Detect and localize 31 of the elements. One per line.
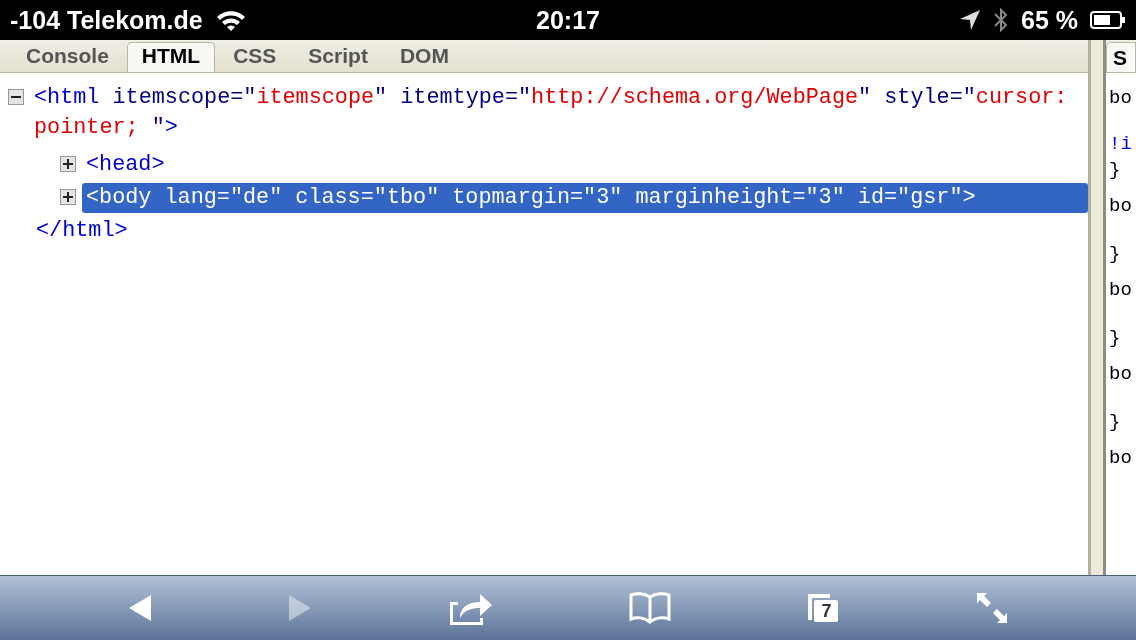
battery-icon xyxy=(1090,10,1126,30)
panel-tab[interactable]: Script xyxy=(294,42,382,72)
location-arrow-icon xyxy=(959,9,981,31)
html-element-code[interactable]: <html itemscope="itemscope" itemtype="http://schema.org/WebPage" style="cursor: pointer; "> xyxy=(30,83,1084,143)
css-code-line: !i xyxy=(1109,133,1132,155)
css-code-line: } xyxy=(1109,243,1121,265)
css-code-line: } xyxy=(1109,327,1121,349)
panel-tab[interactable]: HTML xyxy=(126,42,216,72)
html-element-code[interactable]: <body lang="de" class="tbo" topmargin="3" marginheight="3" id="gsr"> xyxy=(82,183,1088,213)
css-code-line: bo xyxy=(1109,363,1132,385)
css-code-line: } xyxy=(1109,159,1121,181)
bluetooth-icon xyxy=(993,7,1009,33)
panel-splitter[interactable] xyxy=(1088,40,1106,575)
carrier-name: -104 Telekom.de xyxy=(10,5,203,35)
panel-tab[interactable]: S xyxy=(1106,42,1136,72)
css-code-line: bo xyxy=(1109,447,1132,469)
pages-button[interactable]: 7 xyxy=(802,588,845,628)
expand-toggle-icon[interactable] xyxy=(8,89,24,105)
battery-percentage: 65 % xyxy=(1021,5,1078,35)
panel-tab[interactable]: CSS xyxy=(219,42,291,72)
expand-toggle-icon[interactable] xyxy=(60,156,76,172)
html-element-code[interactable]: <head> xyxy=(82,150,171,180)
panel-tab[interactable]: DOM xyxy=(385,42,463,72)
css-code-line: bo xyxy=(1109,279,1132,301)
css-code-line: } xyxy=(1109,411,1121,433)
css-code-line: bo xyxy=(1109,87,1132,109)
clock-time: 20:17 xyxy=(536,5,600,35)
panel-tab[interactable]: Console xyxy=(12,42,123,72)
closing-tag: </html> xyxy=(32,218,134,243)
css-code-line: bo xyxy=(1109,195,1132,217)
expand-toggle-icon[interactable] xyxy=(60,189,76,205)
